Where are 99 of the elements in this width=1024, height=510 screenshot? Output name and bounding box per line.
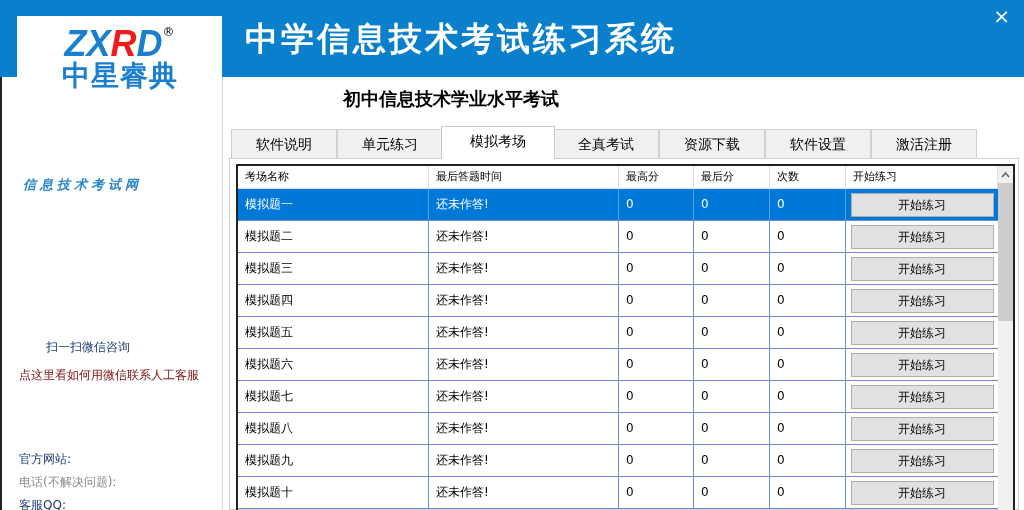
tab[interactable]: 模拟考场 [441, 126, 555, 159]
table-cell: 模拟题一 [238, 189, 429, 220]
table-cell: 模拟题七 [238, 381, 429, 412]
table-cell: 0 [770, 477, 846, 508]
table-cell: 还未作答! [429, 189, 619, 220]
table-cell: 模拟题九 [238, 445, 429, 476]
table-cell: 0 [619, 253, 694, 284]
column-header: 考场名称 [238, 166, 429, 188]
column-header: 最后答题时间 [429, 166, 619, 188]
table-row[interactable]: 模拟题四 还未作答! 0 0 0 开始练习 [238, 285, 998, 317]
table-cell: 模拟题十 [238, 477, 429, 508]
table-row[interactable]: 模拟题八 还未作答! 0 0 0 开始练习 [238, 413, 998, 445]
tab[interactable]: 激活注册 [871, 129, 977, 159]
table-cell: 还未作答! [429, 253, 619, 284]
logo-letters: ZX [64, 26, 111, 62]
wechat-help-link[interactable]: 点这里看如何用微信联系人工客服 [19, 368, 199, 382]
table-cell: 0 [770, 349, 846, 380]
start-practice-button[interactable]: 开始练习 [850, 224, 994, 249]
table-cell: 还未作答! [429, 477, 619, 508]
registered-mark: ® [162, 26, 175, 38]
table-cell: 0 [619, 381, 694, 412]
table-cell: 0 [619, 221, 694, 252]
table-cell: 模拟题三 [238, 253, 429, 284]
tab[interactable]: 单元练习 [337, 129, 443, 159]
table-row[interactable]: 模拟题一 还未作答! 0 0 0 开始练习 [238, 189, 998, 221]
table-cell: 还未作答! [429, 413, 619, 444]
tab[interactable]: 软件说明 [231, 129, 337, 159]
table-cell: 0 [770, 445, 846, 476]
table-cell: 0 [619, 317, 694, 348]
column-header: 最高分 [619, 166, 694, 188]
scroll-up-icon[interactable] [1001, 172, 1010, 178]
tab[interactable]: 全真考试 [553, 129, 659, 159]
table-cell: 0 [619, 477, 694, 508]
table-row[interactable]: 模拟题九 还未作答! 0 0 0 开始练习 [238, 445, 998, 477]
start-practice-button[interactable]: 开始练习 [850, 448, 994, 473]
table-cell: 0 [694, 285, 770, 316]
table-cell: 0 [770, 285, 846, 316]
table-cell: 0 [619, 189, 694, 220]
table-cell: 还未作答! [429, 285, 619, 316]
start-practice-button[interactable]: 开始练习 [850, 288, 994, 313]
table-cell: 0 [770, 253, 846, 284]
start-practice-button[interactable]: 开始练习 [850, 256, 994, 281]
table-row[interactable]: 模拟题七 还未作答! 0 0 0 开始练习 [238, 381, 998, 413]
table-row[interactable]: 模拟题十 还未作答! 0 0 0 开始练习 [238, 477, 998, 509]
table-cell: 还未作答! [429, 381, 619, 412]
close-button[interactable]: × [989, 6, 1014, 26]
table-cell: 模拟题五 [238, 317, 429, 348]
table-cell: 0 [770, 413, 846, 444]
column-header: 次数 [770, 166, 846, 188]
table-cell: 0 [770, 317, 846, 348]
table-row[interactable]: 模拟题六 还未作答! 0 0 0 开始练习 [238, 349, 998, 381]
column-header: 最后分 [694, 166, 770, 188]
table-cell: 0 [694, 477, 770, 508]
window-title: 中学信息技术考试练习系统 [245, 22, 677, 55]
table-cell: 还未作答! [429, 317, 619, 348]
site-title: 信息技术考试网 [23, 177, 142, 192]
scrollbar-thumb[interactable] [998, 183, 1013, 321]
table-cell: 模拟题二 [238, 221, 429, 252]
table-cell: 还未作答! [429, 445, 619, 476]
start-practice-button[interactable]: 开始练习 [850, 416, 994, 441]
table-cell: 0 [770, 189, 846, 220]
table-cell: 还未作答! [429, 349, 619, 380]
table-cell: 0 [770, 221, 846, 252]
table-cell: 模拟题八 [238, 413, 429, 444]
start-practice-button[interactable]: 开始练习 [850, 192, 994, 217]
table-cell: 0 [694, 221, 770, 252]
tab[interactable]: 软件设置 [765, 129, 871, 159]
table-cell: 0 [694, 317, 770, 348]
table-cell: 0 [694, 189, 770, 220]
tab[interactable]: 资源下载 [659, 129, 765, 159]
wechat-hint: 扫一扫微信咨询 [46, 340, 130, 354]
table-cell: 0 [694, 349, 770, 380]
table-row[interactable]: 模拟题二 还未作答! 0 0 0 开始练习 [238, 221, 998, 253]
start-practice-button[interactable]: 开始练习 [850, 352, 994, 377]
scrollbar[interactable] [998, 166, 1013, 510]
table-cell: 0 [619, 285, 694, 316]
start-practice-button[interactable]: 开始练习 [850, 320, 994, 345]
table-row[interactable]: 模拟题三 还未作答! 0 0 0 开始练习 [238, 253, 998, 285]
table-cell: 0 [619, 349, 694, 380]
table-cell: 0 [619, 445, 694, 476]
contact-label: 电话(不解决问题): [19, 474, 118, 491]
start-practice-button[interactable]: 开始练习 [850, 480, 994, 505]
subtitle: 初中信息技术学业水平考试 [343, 88, 559, 109]
logo-name: 中星睿典 [61, 62, 178, 90]
table-cell: 还未作答! [429, 221, 619, 252]
table-cell: 0 [694, 253, 770, 284]
table-cell: 0 [694, 445, 770, 476]
table-row[interactable]: 模拟题五 还未作答! 0 0 0 开始练习 [238, 317, 998, 349]
logo-letters: D [136, 26, 163, 62]
table-cell: 模拟题四 [238, 285, 429, 316]
logo-letters: R [110, 26, 137, 62]
table-cell: 0 [694, 413, 770, 444]
contact-label: 客服QQ: [19, 497, 67, 510]
start-practice-button[interactable]: 开始练习 [850, 384, 994, 409]
table-cell: 0 [619, 413, 694, 444]
table-cell: 模拟题六 [238, 349, 429, 380]
table-cell: 0 [770, 381, 846, 412]
contact-label: 官方网站: [19, 451, 73, 468]
table-cell: 0 [694, 381, 770, 412]
